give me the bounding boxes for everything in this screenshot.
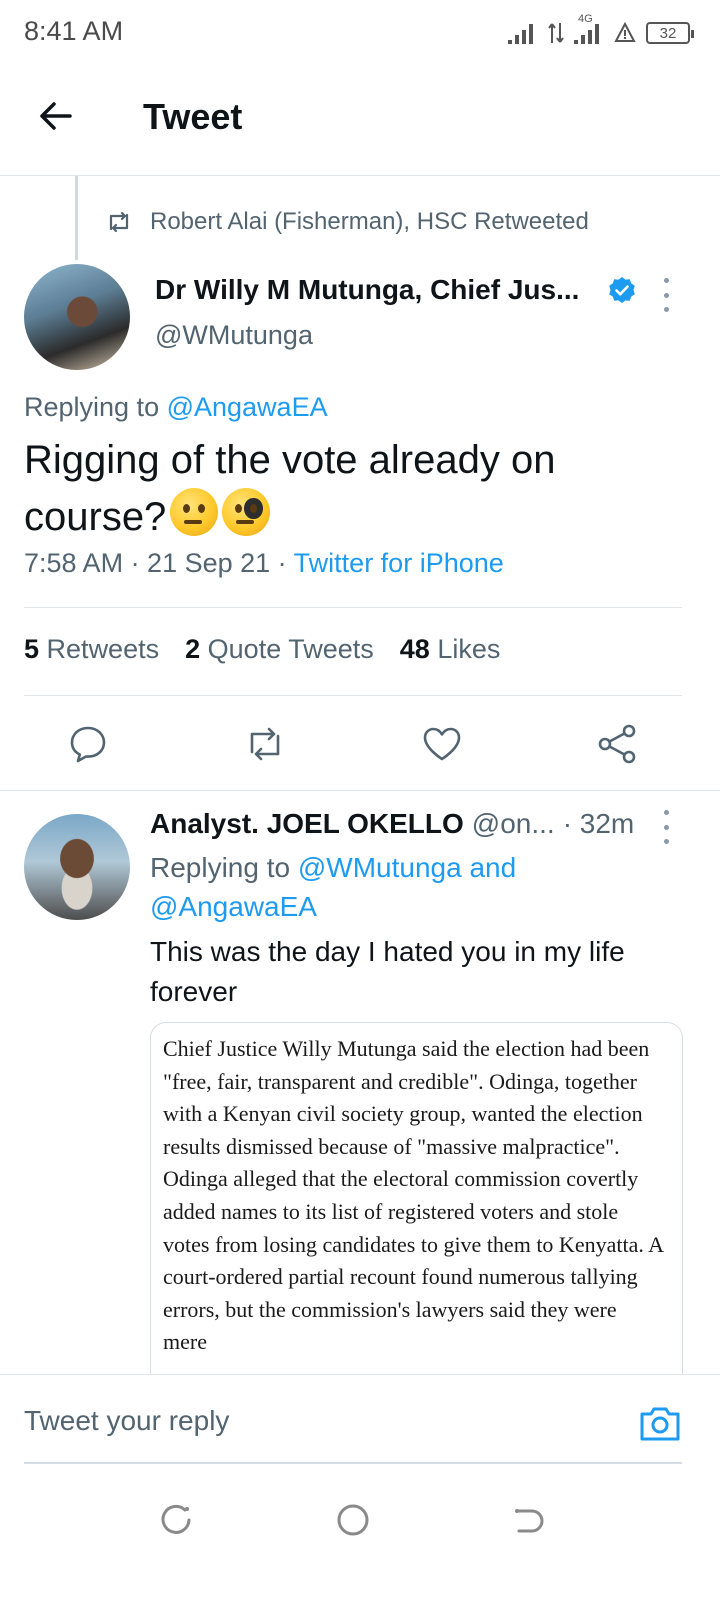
retweets-stat[interactable]: 5 Retweets: [24, 634, 159, 665]
reply-more-options-icon[interactable]: [658, 810, 674, 844]
reply-author-name[interactable]: Analyst. JOEL OKELLO: [150, 808, 464, 840]
status-bar: 8:41 AM 4G 32: [0, 0, 720, 66]
reply-input[interactable]: Tweet your reply: [24, 1405, 229, 1437]
face-with-monocle-emoji: [222, 488, 271, 536]
quoted-image-card[interactable]: Chief Justice Willy Mutunga said the ele…: [150, 1022, 683, 1382]
signal-icon: [508, 24, 533, 44]
divider: [24, 607, 682, 608]
reply-author-handle[interactable]: @on...: [472, 808, 555, 840]
more-options-icon[interactable]: [658, 278, 674, 312]
tweet-timestamp: 7:58 AM · 21 Sep 21 · Twitter for iPhone: [24, 548, 504, 578]
reply-header: Analyst. JOEL OKELLO @on... · 32m: [150, 808, 634, 840]
status-icons: 4G 32: [508, 13, 694, 48]
system-nav-bar: [0, 1466, 720, 1600]
battery-icon: 32: [646, 22, 694, 44]
replying-to-link[interactable]: @AngawaEA: [150, 891, 317, 922]
author-name[interactable]: Dr Willy M Mutunga, Chief Jus...: [155, 274, 579, 306]
back-arrow-icon[interactable]: [36, 96, 76, 136]
reply-composer: Tweet your reply: [0, 1374, 720, 1466]
reply-replying-to: Replying to @WMutunga and @AngawaEA: [150, 852, 517, 922]
home-icon[interactable]: [335, 1502, 371, 1538]
status-time: 8:41 AM: [24, 16, 124, 46]
likes-stat[interactable]: 48 Likes: [400, 634, 501, 665]
page-title: Tweet: [143, 96, 243, 137]
reply-icon[interactable]: [66, 722, 110, 766]
divider: [24, 695, 682, 696]
tweet-action-bar: [0, 716, 720, 792]
like-icon[interactable]: [420, 722, 464, 766]
alert-icon: [614, 22, 636, 42]
retweet-icon[interactable]: [243, 722, 287, 766]
share-icon[interactable]: [596, 722, 640, 766]
composer-underline: [24, 1462, 682, 1464]
reply-text: This was the day I hated you in my life …: [150, 936, 625, 1007]
quote-tweets-stat[interactable]: 2 Quote Tweets: [185, 634, 374, 665]
divider: [0, 790, 720, 791]
camera-icon[interactable]: [638, 1403, 682, 1443]
replying-to-link[interactable]: @AngawaEA: [167, 392, 328, 422]
thread-line: [75, 176, 78, 260]
back-icon[interactable]: [510, 1502, 546, 1538]
thinking-face-emoji: [170, 488, 219, 536]
retweet-context-text: Robert Alai (Fisherman), HSC Retweeted: [150, 208, 589, 235]
signal-4g-icon: 4G: [574, 13, 604, 44]
tweet-stats: 5 Retweets 2 Quote Tweets 48 Likes: [24, 634, 500, 665]
retweet-context[interactable]: Robert Alai (Fisherman), HSC Retweeted: [106, 208, 589, 236]
tweet-text: Rigging of the vote already on course?: [24, 438, 556, 539]
recents-icon[interactable]: [158, 1502, 194, 1538]
tweet-source-link[interactable]: Twitter for iPhone: [294, 548, 504, 578]
retweet-small-icon: [109, 211, 129, 233]
verified-badge-icon: [609, 277, 635, 303]
app-header: Tweet: [0, 66, 720, 176]
data-arrows-icon: [548, 23, 564, 43]
quoted-image-text: Chief Justice Willy Mutunga said the ele…: [163, 1036, 663, 1355]
replying-to: Replying to @AngawaEA: [24, 392, 328, 422]
author-handle[interactable]: @WMutunga: [155, 320, 313, 351]
reply-timestamp: · 32m: [562, 808, 635, 839]
author-avatar[interactable]: [24, 264, 130, 370]
replying-to-link[interactable]: @WMutunga: [298, 852, 462, 883]
reply-author-avatar[interactable]: [24, 814, 130, 920]
